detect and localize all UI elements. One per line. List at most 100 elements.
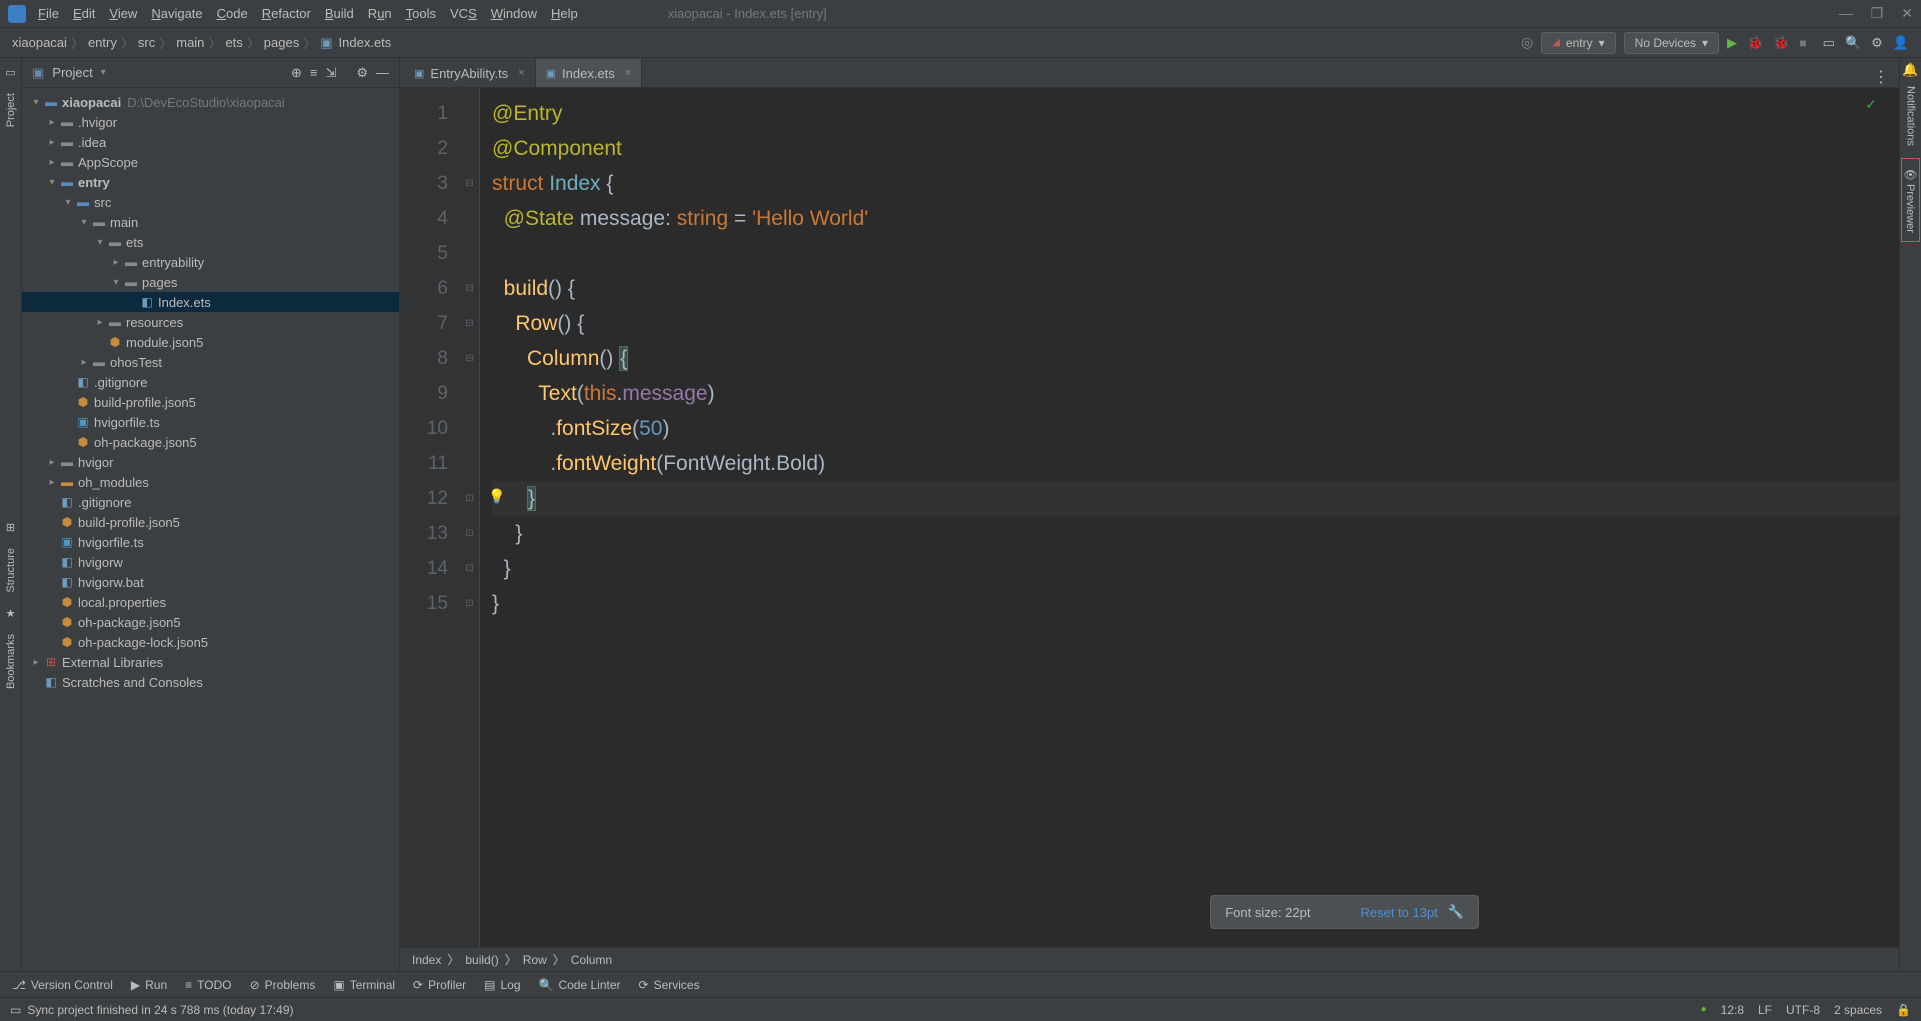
bc-item[interactable]: pages <box>264 35 299 50</box>
file-encoding[interactable]: UTF-8 <box>1786 1003 1820 1017</box>
run-button[interactable]: ▶ <box>1727 35 1737 51</box>
minimize-button[interactable]: — <box>1839 5 1853 22</box>
editor-tab[interactable]: ▣ Index.ets × <box>536 59 643 87</box>
project-structure-icon[interactable]: ▭ <box>1823 35 1835 51</box>
tree-item[interactable]: ◧hvigorw <box>22 552 399 572</box>
editor-tab[interactable]: ▣ EntryAbility.ts × <box>404 59 536 87</box>
bc-item[interactable]: src <box>138 35 155 50</box>
search-icon[interactable]: 🔍 <box>1845 35 1861 51</box>
settings-icon[interactable]: ⚙ <box>356 65 368 81</box>
tree-item[interactable]: ▾▬ets <box>22 232 399 252</box>
tree-item[interactable]: ▸▬resources <box>22 312 399 332</box>
services-tab[interactable]: ⟳ Services <box>639 978 700 992</box>
tree-item[interactable]: ▾▬pages <box>22 272 399 292</box>
stop-button[interactable]: ■ <box>1799 36 1806 50</box>
bc-item[interactable]: xiaopacai <box>12 35 67 50</box>
close-tab-icon[interactable]: × <box>625 67 631 79</box>
chevron-down-icon[interactable]: ▾ <box>101 67 106 78</box>
collapse-all-icon[interactable]: ⇲ <box>325 65 336 81</box>
tree-item[interactable]: ◧.gitignore <box>22 492 399 512</box>
menu-view[interactable]: View <box>109 6 137 21</box>
attach-debug-button[interactable]: 🐞 <box>1773 35 1789 51</box>
code-area[interactable]: @Entry @Component struct Index { @State … <box>480 88 1899 947</box>
menu-file[interactable]: File <box>38 6 59 21</box>
tree-item[interactable]: ⬢build-profile.json5 <box>22 512 399 532</box>
crumb[interactable]: build() <box>465 953 498 967</box>
tree-item[interactable]: ▸▬oh_modules <box>22 472 399 492</box>
user-icon[interactable]: 👤 <box>1893 35 1909 51</box>
indent-setting[interactable]: 2 spaces <box>1834 1003 1882 1017</box>
crumb[interactable]: Column <box>571 953 612 967</box>
analysis-ok-icon[interactable]: ✓ <box>1865 96 1877 113</box>
tree-item[interactable]: ▾▬main <box>22 212 399 232</box>
menu-help[interactable]: Help <box>551 6 578 21</box>
bc-item[interactable]: main <box>176 35 204 50</box>
tree-item[interactable]: ◧Index.ets <box>22 292 399 312</box>
tree-item[interactable]: ▸▬ohosTest <box>22 352 399 372</box>
bc-item[interactable]: entry <box>88 35 117 50</box>
project-tab[interactable]: Project <box>3 83 19 137</box>
tree-item[interactable]: ▸▬AppScope <box>22 152 399 172</box>
profiler-tab[interactable]: ⟳ Profiler <box>413 978 466 992</box>
devices-dropdown[interactable]: No Devices ▾ <box>1624 32 1719 54</box>
tree-item[interactable]: ▸▬hvigor <box>22 452 399 472</box>
tree-item[interactable]: ⬢oh-package-lock.json5 <box>22 632 399 652</box>
terminal-tab[interactable]: ▣ Terminal <box>333 978 395 992</box>
tree-item[interactable]: ◧.gitignore <box>22 372 399 392</box>
tree-item[interactable]: ▣hvigorfile.ts <box>22 412 399 432</box>
settings-icon[interactable]: ⚙ <box>1871 35 1883 51</box>
bc-item[interactable]: Index.ets <box>339 35 392 50</box>
bookmarks-tab[interactable]: Bookmarks <box>3 624 19 699</box>
tree-item[interactable]: ▾▬xiaopacaiD:\DevEcoStudio\xiaopacai <box>22 92 399 112</box>
tree-item[interactable]: ▸⊞External Libraries <box>22 652 399 672</box>
tree-item[interactable]: ▸▬.idea <box>22 132 399 152</box>
bc-item[interactable]: ets <box>225 35 242 50</box>
crumb[interactable]: Row <box>523 953 547 967</box>
tree-item[interactable]: ◧hvigorw.bat <box>22 572 399 592</box>
previewer-tab[interactable]: 👁 Previewer <box>1901 158 1920 242</box>
menu-build[interactable]: Build <box>325 6 354 21</box>
select-opened-icon[interactable]: ⊕ <box>291 65 302 81</box>
tree-item[interactable]: ◧Scratches and Consoles <box>22 672 399 692</box>
cursor-position[interactable]: 12:8 <box>1721 1003 1744 1017</box>
crumb[interactable]: Index <box>412 953 441 967</box>
tree-item[interactable]: ▸▬entryability <box>22 252 399 272</box>
menu-navigate[interactable]: Navigate <box>151 6 202 21</box>
log-tab[interactable]: ▤ Log <box>484 978 520 992</box>
hide-panel-icon[interactable]: — <box>376 65 389 80</box>
reset-font-link[interactable]: Reset to 13pt <box>1360 905 1437 920</box>
target-icon[interactable]: ◎ <box>1521 34 1533 51</box>
tree-item[interactable]: ▾▬src <box>22 192 399 212</box>
menu-vcs[interactable]: VCS <box>450 6 477 21</box>
tree-item[interactable]: ▣hvigorfile.ts <box>22 532 399 552</box>
run-tab[interactable]: ▶ Run <box>131 978 167 992</box>
tree-item[interactable]: ⬢local.properties <box>22 592 399 612</box>
run-config-dropdown[interactable]: ◢ entry ▾ <box>1541 32 1615 54</box>
problems-tab[interactable]: ⊘ Problems <box>250 978 316 992</box>
tree-item[interactable]: ▾▬entry <box>22 172 399 192</box>
menu-run[interactable]: Run <box>368 6 392 21</box>
maximize-button[interactable]: ❐ <box>1871 5 1884 22</box>
menu-code[interactable]: Code <box>217 6 248 21</box>
structure-tab[interactable]: Structure <box>3 538 19 603</box>
code-linter-tab[interactable]: 🔍 Code Linter <box>539 978 621 992</box>
editor-content[interactable]: ✓ 123456789101112131415 ⊟ ⊟⊟⊟ ⊡⊡⊡⊡ 💡 @En… <box>400 88 1899 947</box>
expand-all-icon[interactable]: ≡ <box>310 65 318 80</box>
tree-item[interactable]: ⬢build-profile.json5 <box>22 392 399 412</box>
menu-refactor[interactable]: Refactor <box>262 6 311 21</box>
close-button[interactable]: ✕ <box>1901 5 1913 22</box>
menu-window[interactable]: Window <box>491 6 537 21</box>
tree-item[interactable]: ⬢oh-package.json5 <box>22 432 399 452</box>
close-tab-icon[interactable]: × <box>518 67 524 79</box>
tree-item[interactable]: ▸▬.hvigor <box>22 112 399 132</box>
more-tabs-icon[interactable]: ⋮ <box>1863 67 1899 87</box>
todo-tab[interactable]: ≡ TODO <box>185 978 231 992</box>
menu-edit[interactable]: Edit <box>73 6 95 21</box>
notifications-tab[interactable]: Notifications <box>1903 78 1919 154</box>
intention-bulb-icon[interactable]: 💡 <box>488 488 505 505</box>
line-separator[interactable]: LF <box>1758 1003 1772 1017</box>
tree-item[interactable]: ⬢oh-package.json5 <box>22 612 399 632</box>
tree-item[interactable]: ⬢module.json5 <box>22 332 399 352</box>
wrench-icon[interactable]: 🔧 <box>1448 904 1464 920</box>
debug-button[interactable]: 🐞 <box>1747 35 1763 51</box>
